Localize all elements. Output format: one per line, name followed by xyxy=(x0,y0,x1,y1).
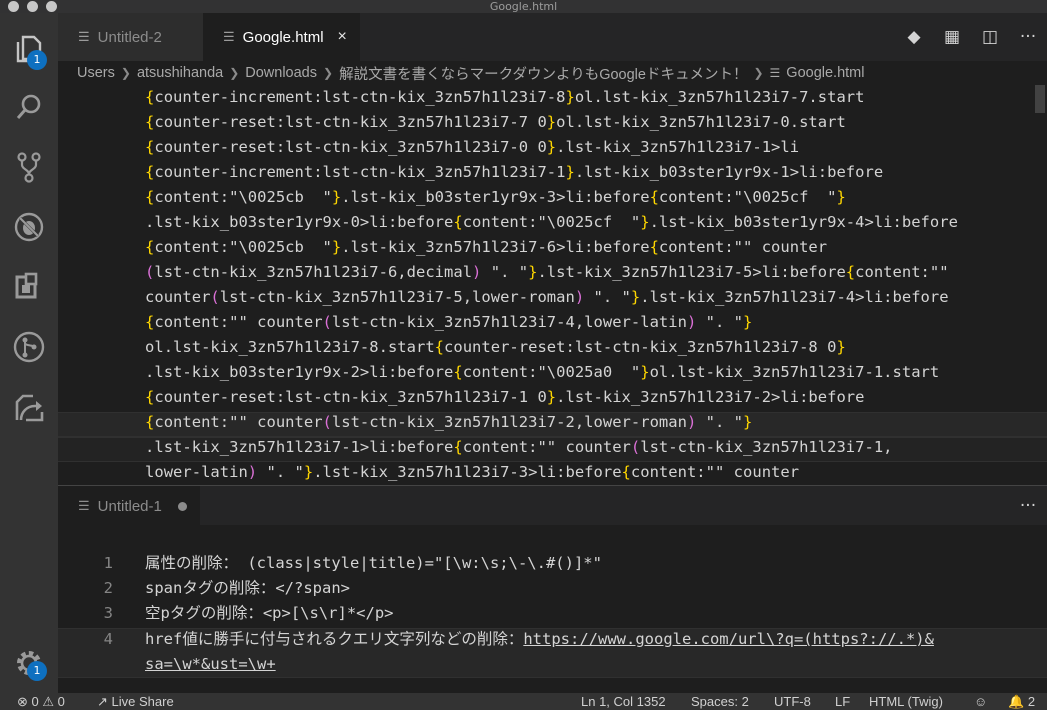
tab-untitled-2[interactable]: ☰ Untitled-2 xyxy=(58,13,203,61)
breadcrumb: Users ❯ atsushihanda ❯ Downloads ❯ 解説文書を… xyxy=(58,61,1047,85)
line-number: 2 xyxy=(103,579,113,597)
code-line: {counter-increment:lst-ctn-kix_3zn57h1l2… xyxy=(145,88,865,106)
more-actions-button[interactable]: ··· xyxy=(1009,27,1047,47)
file-icon: ☰ xyxy=(78,498,90,513)
notification-count: 2 xyxy=(1027,694,1036,709)
encoding[interactable]: UTF-8 xyxy=(774,693,811,710)
code-line: {content:"\0025cb "}.lst-kix_b03ster1yr9… xyxy=(145,188,846,206)
chevron-right-icon: ❯ xyxy=(120,66,131,80)
language-mode[interactable]: HTML (Twig) xyxy=(869,693,943,710)
code-line: {counter-increment:lst-ctn-kix_3zn57h1l2… xyxy=(145,163,884,181)
debug-icon xyxy=(14,212,44,242)
explorer-badge: 1 xyxy=(27,50,47,70)
code-line: {counter-reset:lst-ctn-kix_3zn57h1l23i7-… xyxy=(145,138,800,156)
line-number: 3 xyxy=(103,604,113,622)
chevron-right-icon: ❯ xyxy=(753,66,764,80)
line-number: 4 xyxy=(103,630,113,648)
source-control-icon xyxy=(17,152,41,183)
code-line: .lst-kix_b03ster1yr9x-0>li:before{conten… xyxy=(145,213,958,231)
gitlens-button[interactable] xyxy=(9,327,49,367)
cursor-position[interactable]: Ln 1, Col 1352 xyxy=(581,693,666,710)
breadcrumb-item[interactable]: Google.html xyxy=(786,65,864,81)
end-of-line[interactable]: LF xyxy=(835,693,850,710)
problems-indicator[interactable]: ⊗ 0 ⚠ 0 xyxy=(17,693,65,710)
tab-label: Google.html xyxy=(242,28,324,46)
breadcrumb-item[interactable]: Users xyxy=(77,65,115,81)
code-line: 属性の削除： (class|style|title)="[\w:\s;\-\.#… xyxy=(145,554,602,572)
editor-google-html[interactable]: {counter-increment:lst-ctn-kix_3zn57h1l2… xyxy=(58,85,1047,485)
warning-count: 0 xyxy=(57,694,65,709)
code-line: 空pタグの削除：<p>[\s\r]*</p> xyxy=(145,604,394,622)
live-share-button[interactable] xyxy=(9,387,49,427)
file-icon: ☰ xyxy=(78,29,90,44)
code-line: lower-latin) ". "}.lst-kix_3zn57h1l23i7-… xyxy=(145,463,800,481)
editor-actions: ◆ ▦ ◫ ··· xyxy=(895,13,1047,61)
search-button[interactable] xyxy=(9,87,49,127)
code-line: {content:"\0025cb "}.lst-kix_3zn57h1l23i… xyxy=(145,238,828,256)
split-editor-icon[interactable]: ◫ xyxy=(971,27,1009,47)
breadcrumb-item[interactable]: Downloads xyxy=(245,65,317,81)
search-icon xyxy=(16,94,41,119)
code-line: .lst-kix_b03ster1yr9x-2>li:before{conten… xyxy=(145,363,940,381)
code-line: {content:"" counter(lst-ctn-kix_3zn57h1l… xyxy=(145,413,753,431)
url-link[interactable]: https://www.google.com/url\?q=(https?://… xyxy=(523,630,934,648)
editor-tab-bar: ☰ Untitled-2 ☰ Google.html × ◆ ▦ ◫ ··· xyxy=(58,13,1047,61)
code-line: {counter-reset:lst-ctn-kix_3zn57h1l23i7-… xyxy=(145,113,846,131)
extensions-icon xyxy=(15,272,38,299)
extensions-button[interactable] xyxy=(9,267,49,307)
code-line: .lst-kix_3zn57h1l23i7-1>li:before{conten… xyxy=(145,438,893,456)
settings-badge: 1 xyxy=(27,661,47,681)
code-line: sa=\w*&ust=\w+ xyxy=(145,652,276,677)
notifications[interactable]: 🔔 2 xyxy=(1008,693,1035,710)
code-text: href値に勝手に付与されるクエリ文字列などの削除： xyxy=(145,630,524,648)
breadcrumb-item[interactable]: atsushihanda xyxy=(137,65,223,81)
unsaved-dot-icon xyxy=(177,501,187,511)
gitlens-icon xyxy=(13,331,45,363)
url-link[interactable]: sa=\w*&ust=\w+ xyxy=(145,655,276,673)
tab-untitled-1[interactable]: ☰ Untitled-1 xyxy=(58,486,200,526)
breadcrumb-item[interactable]: 解説文書を書くならマークダウンよりもGoogleドキュメント！ xyxy=(339,63,747,84)
tab-google-html[interactable]: ☰ Google.html × xyxy=(203,13,360,61)
explorer-button[interactable]: 1 xyxy=(9,29,49,70)
window-title: Google.html xyxy=(489,0,558,13)
feedback-smiley-icon[interactable]: ☺ xyxy=(974,693,987,710)
title-bar: Google.html xyxy=(0,0,1047,13)
code-line: href値に勝手に付与されるクエリ文字列などの削除：https://www.go… xyxy=(145,627,934,652)
code-line: ol.lst-kix_3zn57h1l23i7-8.start{counter-… xyxy=(145,338,846,356)
file-icon: ☰ xyxy=(769,66,781,80)
git-compare-icon[interactable]: ◆ xyxy=(895,27,933,47)
editor-group-2-header: ☰ Untitled-1 ··· xyxy=(58,485,1047,526)
chevron-right-icon: ❯ xyxy=(229,66,240,80)
chevron-right-icon: ❯ xyxy=(323,66,334,80)
warning-icon: ⚠ xyxy=(42,694,55,709)
activity-bar: 1 1 xyxy=(0,13,58,693)
code-line: {content:"" counter(lst-ctn-kix_3zn57h1l… xyxy=(145,313,753,331)
live-share-icon: ↗ xyxy=(97,694,108,709)
file-icon: ☰ xyxy=(223,29,235,44)
settings-button[interactable]: 1 xyxy=(9,643,49,683)
error-icon: ⊗ xyxy=(17,694,28,709)
code-line: spanタグの削除：</?span> xyxy=(145,579,350,597)
editor-scrollbar[interactable] xyxy=(1033,85,1047,485)
tab-label: Untitled-1 xyxy=(97,497,162,515)
code-line: {counter-reset:lst-ctn-kix_3zn57h1l23i7-… xyxy=(145,388,865,406)
open-changes-icon[interactable]: ▦ xyxy=(933,27,971,47)
indentation[interactable]: Spaces: 2 xyxy=(691,693,749,710)
live-share-icon xyxy=(15,394,44,422)
more-actions-button[interactable]: ··· xyxy=(1013,486,1043,526)
status-bar: ⊗ 0 ⚠ 0 ↗ Live Share Ln 1, Col 1352 Spac… xyxy=(0,693,1047,710)
live-share-status[interactable]: ↗ Live Share xyxy=(97,693,174,710)
scrollbar-thumb[interactable] xyxy=(1035,85,1045,113)
code-line: (lst-ctn-kix_3zn57h1l23i7-6,decimal) ". … xyxy=(145,263,949,281)
editor-untitled-1[interactable]: 1 2 3 4 属性の削除： (class|style|title)="[\w:… xyxy=(58,525,1047,693)
error-count: 0 xyxy=(31,694,39,709)
close-tab-button[interactable]: × xyxy=(338,28,347,46)
live-share-label: Live Share xyxy=(111,694,174,709)
code-line: counter(lst-ctn-kix_3zn57h1l23i7-5,lower… xyxy=(145,288,949,306)
line-number: 1 xyxy=(103,554,113,572)
tab-label: Untitled-2 xyxy=(97,28,162,46)
source-control-button[interactable] xyxy=(9,147,49,187)
bell-icon: 🔔 xyxy=(1008,694,1025,709)
debug-button[interactable] xyxy=(9,207,49,247)
